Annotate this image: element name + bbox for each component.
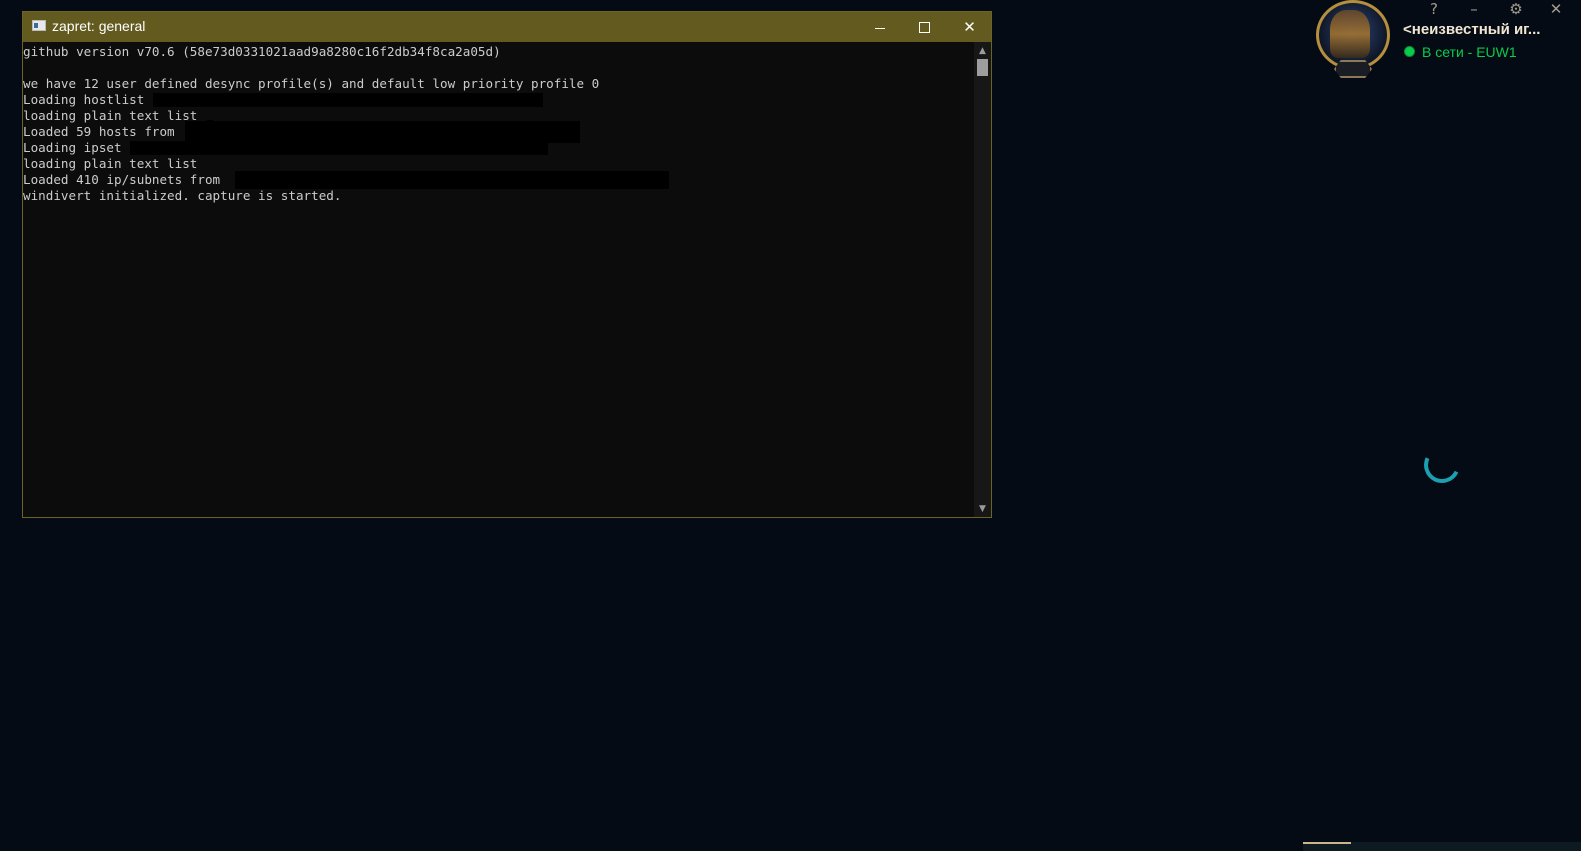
console-output[interactable]: github version v70.6 (58e73d0331021aad9a… bbox=[23, 42, 976, 517]
console-line-text: Loaded 410 ip/subnets from bbox=[23, 172, 221, 187]
console-line-redacted: Loading ipset bbox=[23, 140, 976, 156]
online-status-text[interactable]: В сети - EUW1 bbox=[1422, 44, 1517, 60]
bottom-bar bbox=[1303, 842, 1581, 851]
redaction-block bbox=[153, 93, 543, 107]
console-line: github version v70.6 (58e73d0331021aad9a… bbox=[23, 44, 501, 59]
client-close-icon[interactable]: ✕ bbox=[1545, 0, 1567, 18]
console-line: we have 12 user defined desync profile(s… bbox=[23, 76, 600, 91]
client-minimize-icon[interactable]: – bbox=[1463, 0, 1485, 18]
online-status-icon bbox=[1404, 46, 1415, 57]
loading-spinner-icon bbox=[1418, 441, 1466, 489]
console-line-redacted: Loaded 410 ip/subnets from bbox=[23, 171, 976, 189]
minimize-icon bbox=[874, 27, 885, 29]
close-icon: ✕ bbox=[963, 18, 976, 36]
console-app-icon bbox=[32, 20, 46, 31]
console-line-text: Loading ipset bbox=[23, 140, 122, 155]
console-line-text: Loading hostlist bbox=[23, 92, 145, 107]
console-line-redacted: Loading hostlist bbox=[23, 92, 976, 108]
redaction-block bbox=[235, 171, 669, 189]
level-plate bbox=[1334, 60, 1372, 78]
vertical-scrollbar[interactable]: ▲ ▼ bbox=[974, 42, 991, 517]
console-title: zapret: general bbox=[52, 18, 146, 34]
profile-avatar[interactable] bbox=[1314, 0, 1392, 80]
console-titlebar[interactable]: zapret: general ✕ bbox=[23, 12, 991, 42]
console-line: loading plain text list bbox=[23, 156, 198, 171]
console-line: windivert initialized. capture is starte… bbox=[23, 188, 342, 203]
scroll-thumb[interactable] bbox=[977, 59, 988, 76]
maximize-icon bbox=[919, 21, 930, 33]
console-line-text: loading plain text list bbox=[23, 108, 198, 123]
help-icon[interactable]: ? bbox=[1423, 0, 1445, 18]
player-name[interactable]: <неизвестный иг... bbox=[1403, 21, 1540, 38]
console-line-redacted: Loaded 59 hosts from bbox=[23, 121, 976, 143]
console-window: zapret: general ✕ github version v70.6 (… bbox=[22, 11, 992, 518]
scroll-up-icon[interactable]: ▲ bbox=[974, 42, 991, 59]
maximize-button[interactable] bbox=[902, 12, 947, 42]
redaction-block bbox=[130, 141, 548, 155]
avatar-image bbox=[1330, 10, 1370, 58]
scroll-down-icon[interactable]: ▼ bbox=[974, 500, 991, 517]
console-line-text: Loaded 59 hosts from bbox=[23, 124, 175, 139]
minimize-button[interactable] bbox=[857, 12, 902, 42]
close-button[interactable]: ✕ bbox=[947, 12, 992, 42]
gear-icon[interactable]: ⚙ bbox=[1505, 0, 1527, 18]
